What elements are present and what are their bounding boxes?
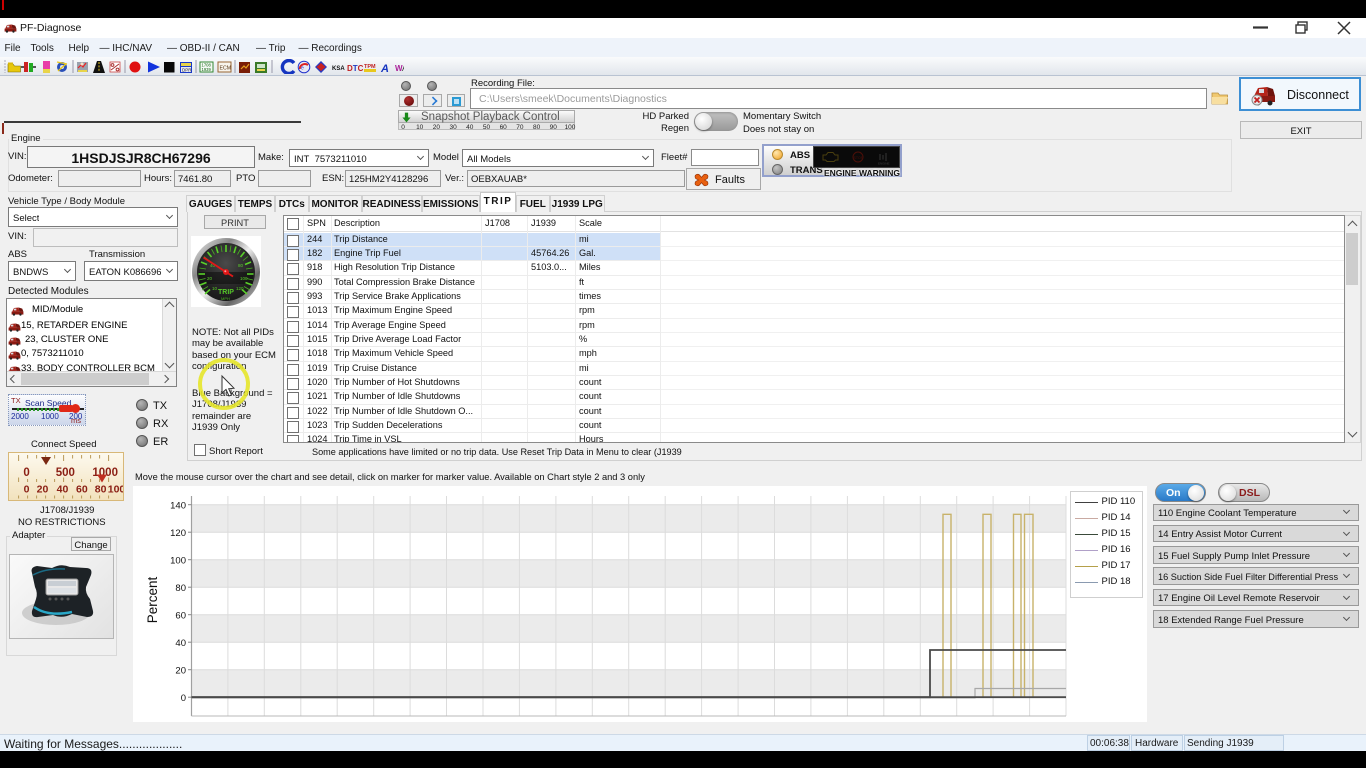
svg-text:DPR: DPR [182,68,192,73]
svg-text:20: 20 [37,484,49,496]
svg-text:A: A [380,63,389,74]
svg-text:120: 120 [236,286,244,291]
svg-text:80: 80 [238,263,244,268]
svg-text:100: 100 [170,556,186,567]
svg-text:0: 0 [181,693,186,704]
svg-text:ECM: ECM [220,66,232,72]
svg-text:100: 100 [108,484,123,496]
svg-text:40: 40 [57,484,69,496]
svg-text:A: A [402,64,404,73]
svg-text:STOP: STOP [854,156,864,160]
svg-text:20: 20 [207,276,213,281]
svg-text:Percent: Percent [145,576,160,623]
svg-text:80: 80 [175,583,186,594]
svg-text:140: 140 [170,501,186,512]
svg-text:500: 500 [56,467,75,479]
svg-text:10: 10 [212,286,218,291]
svg-text:DTC: DTC [347,64,364,73]
svg-text:60: 60 [175,611,186,622]
svg-text:KSA: KSA [332,66,345,72]
svg-text:1939: 1939 [202,67,212,72]
svg-text:0: 0 [23,467,29,479]
svg-text:60: 60 [76,484,88,496]
svg-text:ENGINE: ENGINE [878,162,890,166]
svg-text:120: 120 [170,528,186,539]
svg-text:0: 0 [24,484,30,496]
svg-text:e: e [301,66,304,72]
svg-text:MPH: MPH [221,296,230,301]
svg-text:20: 20 [175,666,186,677]
svg-text:100: 100 [240,276,248,281]
svg-text:40: 40 [175,638,186,649]
svg-text:TRIP: TRIP [218,289,234,296]
svg-text:80: 80 [95,484,107,496]
